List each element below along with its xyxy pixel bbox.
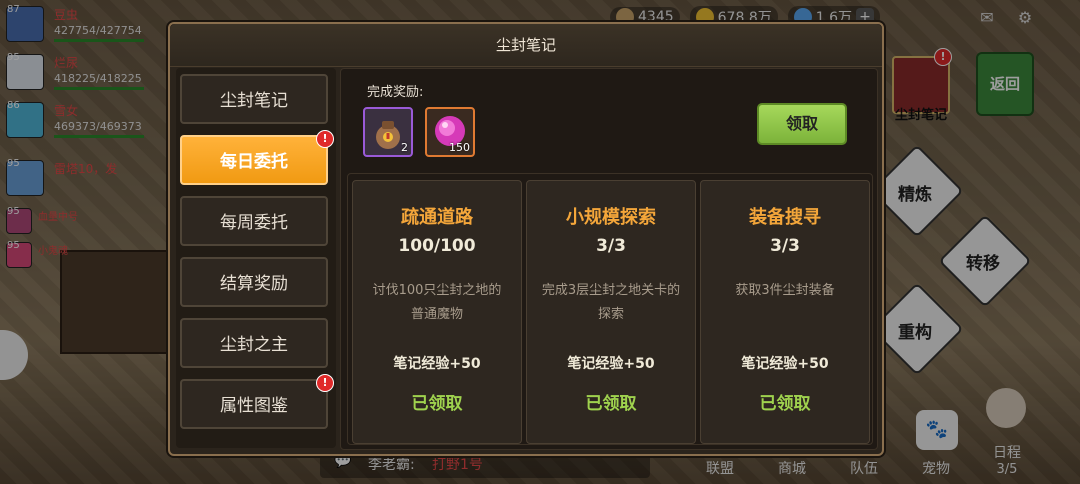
task-description: 完成3层尘封之地关卡的探索 (541, 283, 681, 322)
task-cards: 疏通道路 100/100 讨伐100只尘封之地的普通魔物 笔记经验+50 已领取… (347, 173, 873, 445)
daily-commission-badge: ! (316, 130, 334, 148)
reward-item[interactable]: 150 (425, 107, 475, 157)
task-reward: 笔记经验+50 (741, 356, 829, 372)
reward-count: 150 (449, 141, 470, 154)
tab-dust-lord[interactable]: 尘封之主 (180, 318, 328, 368)
modal-title: 尘封笔记 (170, 24, 882, 67)
task-progress: 100/100 (398, 236, 476, 256)
task-title: 装备搜寻 (749, 207, 821, 228)
task-card: 小规模探索 3/3 完成3层尘封之地关卡的探索 笔记经验+50 已领取 (526, 180, 696, 444)
tab-weekly-commission[interactable]: 每周委托 (180, 196, 328, 246)
commission-content: 完成奖励: 2 150 领取 疏通道路 100/100 讨伐100只尘封之地的普… (340, 68, 878, 450)
tab-dust-notes[interactable]: 尘封笔记 (180, 74, 328, 124)
task-progress: 3/3 (770, 236, 800, 256)
tab-settlement-reward[interactable]: 结算奖励 (180, 257, 328, 307)
task-card: 疏通道路 100/100 讨伐100只尘封之地的普通魔物 笔记经验+50 已领取 (352, 180, 522, 444)
completion-reward-label: 完成奖励: (367, 85, 424, 100)
task-status: 已领取 (759, 394, 811, 414)
tab-sidebar: 尘封笔记 每日委托 ! 每周委托 结算奖励 尘封之主 属性图鉴 ! (176, 68, 336, 448)
task-reward: 笔记经验+50 (393, 356, 481, 372)
task-description: 讨伐100只尘封之地的普通魔物 (372, 283, 502, 322)
reward-item[interactable]: 2 (363, 107, 413, 157)
task-status: 已领取 (411, 394, 463, 414)
tab-daily-commission[interactable]: 每日委托 (180, 135, 328, 185)
reward-count: 2 (401, 141, 408, 154)
task-progress: 3/3 (596, 236, 626, 256)
task-reward: 笔记经验+50 (567, 356, 655, 372)
task-card: 装备搜寻 3/3 获取3件尘封装备 笔记经验+50 已领取 (700, 180, 870, 444)
task-title: 小规模探索 (566, 207, 656, 228)
claim-button[interactable]: 领取 (757, 103, 847, 145)
task-title: 疏通道路 (401, 207, 473, 228)
dust-notes-modal: 尘封笔记 尘封笔记 每日委托 ! 每周委托 结算奖励 尘封之主 属性图鉴 ! 完… (168, 22, 884, 456)
task-status: 已领取 (585, 394, 637, 414)
attribute-codex-badge: ! (316, 374, 334, 392)
tab-attribute-codex[interactable]: 属性图鉴 (180, 379, 328, 429)
task-description: 获取3件尘封装备 (735, 283, 835, 298)
